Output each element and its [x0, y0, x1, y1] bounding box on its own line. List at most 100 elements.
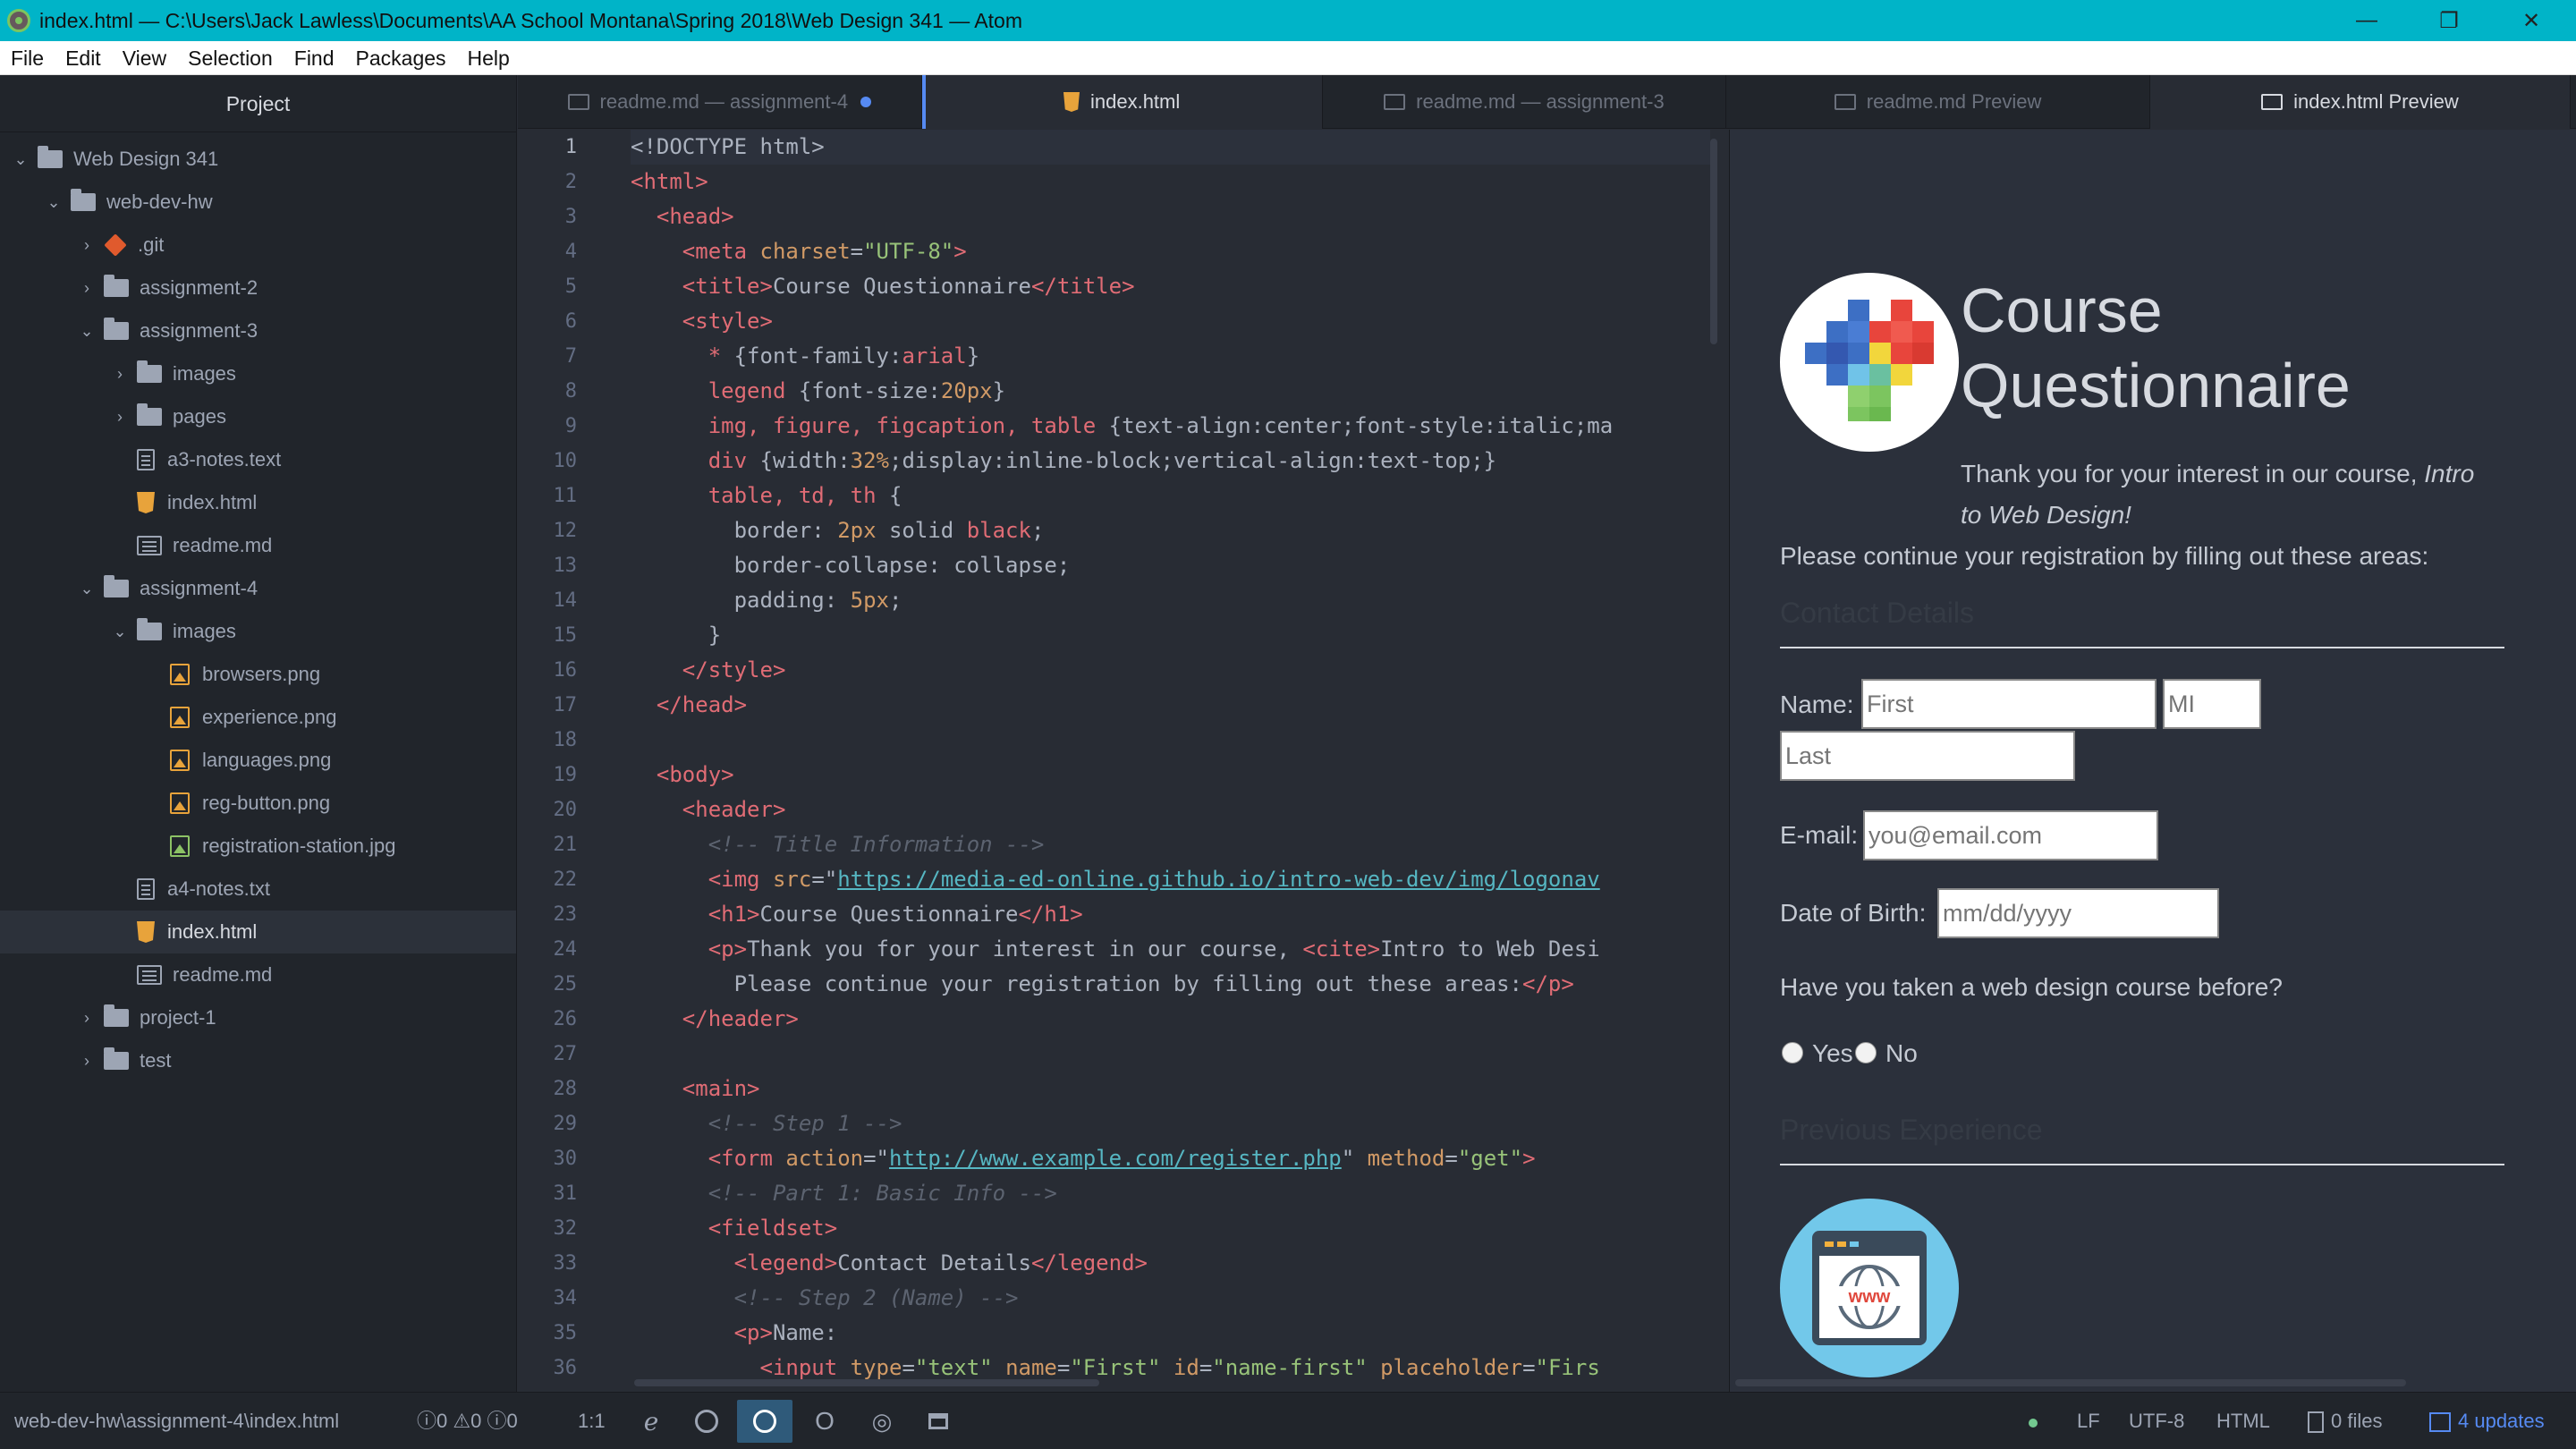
file-encoding[interactable]: UTF-8 — [2129, 1393, 2184, 1449]
opera-browser-icon[interactable]: O — [797, 1400, 852, 1443]
tree-item[interactable]: ⌄ assignment-4 — [0, 567, 516, 610]
code-line[interactable]: <!-- Step 1 --> — [631, 1106, 1710, 1141]
code-line[interactable]: <main> — [631, 1072, 1710, 1106]
code-line[interactable]: div {width:32%;display:inline-block;vert… — [631, 444, 1710, 479]
line-number[interactable]: 19 — [518, 758, 598, 792]
code-line[interactable]: <header> — [631, 792, 1710, 827]
line-number[interactable]: 36 — [518, 1351, 598, 1385]
line-number[interactable]: 35 — [518, 1316, 598, 1351]
line-number[interactable]: 1 — [518, 130, 598, 165]
grammar-selector[interactable]: HTML — [2216, 1393, 2270, 1449]
line-number[interactable]: 10 — [518, 444, 598, 479]
window-icon[interactable] — [911, 1400, 966, 1443]
code-line[interactable]: <p>Thank you for your interest in our co… — [631, 932, 1710, 967]
tree-item[interactable]: index.html — [0, 481, 516, 524]
tree-item[interactable]: › test — [0, 1039, 516, 1082]
code-line[interactable]: <!-- Step 2 (Name) --> — [631, 1281, 1710, 1316]
edge-browser-icon[interactable]: ℯ — [623, 1400, 679, 1443]
line-number[interactable]: 24 — [518, 932, 598, 967]
menu-selection[interactable]: Selection — [177, 41, 284, 75]
line-number[interactable]: 5 — [518, 269, 598, 304]
code-line[interactable]: </style> — [631, 653, 1710, 688]
tree-item[interactable]: › pages — [0, 395, 516, 438]
tab-readme-md-assignment-3[interactable]: readme.md — assignment-3 — [1323, 75, 1727, 129]
package-updates[interactable]: 4 updates — [2429, 1393, 2545, 1449]
line-number[interactable]: 12 — [518, 513, 598, 548]
tree-item[interactable]: index.html — [0, 911, 516, 953]
code-line[interactable]: padding: 5px; — [631, 583, 1710, 618]
vertical-scrollbar[interactable] — [1710, 139, 1717, 344]
chevron-right-icon[interactable]: › — [77, 1009, 97, 1028]
code-line[interactable]: Please continue your registration by fil… — [631, 967, 1710, 1002]
minimize-button[interactable]: — — [2326, 0, 2408, 41]
tree-item[interactable]: ⌄ images — [0, 610, 516, 653]
line-number[interactable]: 28 — [518, 1072, 598, 1106]
line-number[interactable]: 8 — [518, 374, 598, 409]
chevron-down-icon[interactable]: ⌄ — [11, 150, 30, 169]
chevron-down-icon[interactable]: ⌄ — [77, 322, 97, 341]
middle-initial-input[interactable] — [2163, 679, 2261, 729]
menu-help[interactable]: Help — [457, 41, 521, 75]
tree-item[interactable]: registration-station.jpg — [0, 825, 516, 868]
chevron-right-icon[interactable]: › — [77, 1052, 97, 1071]
code-line[interactable]: <legend>Contact Details</legend> — [631, 1246, 1710, 1281]
line-number[interactable]: 32 — [518, 1211, 598, 1246]
tree-item[interactable]: browsers.png — [0, 653, 516, 696]
tree-item[interactable]: experience.png — [0, 696, 516, 739]
line-number[interactable]: 22 — [518, 862, 598, 897]
menu-file[interactable]: File — [0, 41, 55, 75]
code-line[interactable]: <form action="http://www.example.com/reg… — [631, 1141, 1710, 1176]
code-line[interactable]: table, td, th { — [631, 479, 1710, 513]
line-number[interactable]: 31 — [518, 1176, 598, 1211]
menu-packages[interactable]: Packages — [345, 41, 457, 75]
yes-radio[interactable] — [1782, 1042, 1803, 1063]
code-line[interactable]: <!-- Part 1: Basic Info --> — [631, 1176, 1710, 1211]
code-line[interactable]: <!-- Title Information --> — [631, 827, 1710, 862]
line-number[interactable]: 4 — [518, 234, 598, 269]
code-line[interactable]: <style> — [631, 304, 1710, 339]
line-number[interactable]: 29 — [518, 1106, 598, 1141]
code-line[interactable]: <html> — [631, 165, 1710, 199]
line-number[interactable]: 34 — [518, 1281, 598, 1316]
chevron-right-icon[interactable]: › — [77, 279, 97, 298]
dob-input[interactable] — [1937, 888, 2219, 938]
code-line[interactable]: </head> — [631, 688, 1710, 723]
code-line[interactable] — [631, 723, 1710, 758]
code-line[interactable]: * {font-family:arial} — [631, 339, 1710, 374]
chevron-right-icon[interactable]: › — [110, 365, 130, 384]
line-number[interactable]: 13 — [518, 548, 598, 583]
menu-edit[interactable]: Edit — [55, 41, 112, 75]
tree-item[interactable]: › project-1 — [0, 996, 516, 1039]
lint-counts[interactable]: ⓘ0 ⚠0 ⓘ0 — [417, 1393, 518, 1449]
line-number[interactable]: 21 — [518, 827, 598, 862]
code-line[interactable]: <fieldset> — [631, 1211, 1710, 1246]
line-number[interactable]: 3 — [518, 199, 598, 234]
line-number[interactable]: 27 — [518, 1037, 598, 1072]
tree-item[interactable]: a4-notes.txt — [0, 868, 516, 911]
code-line[interactable]: <!DOCTYPE html> — [631, 130, 1710, 165]
tree-item[interactable]: readme.md — [0, 953, 516, 996]
tree-item[interactable]: readme.md — [0, 524, 516, 567]
code-line[interactable]: } — [631, 618, 1710, 653]
code-line[interactable]: <p>Name: — [631, 1316, 1710, 1351]
code-line[interactable]: <body> — [631, 758, 1710, 792]
chevron-down-icon[interactable]: ⌄ — [44, 193, 64, 212]
tree-item[interactable]: languages.png — [0, 739, 516, 782]
chrome-browser-icon[interactable] — [679, 1400, 734, 1443]
tree-header[interactable]: Project — [0, 75, 516, 132]
tree-item[interactable]: ⌄ web-dev-hw — [0, 181, 516, 224]
line-number[interactable]: 33 — [518, 1246, 598, 1281]
code-editor[interactable]: 1 2 3 4 5 6 7 8 9 10 11 12 13 14 15 16 17 18 19 20 21 22 23 24 2… — [518, 130, 1728, 1392]
cursor-position[interactable]: 1:1 — [578, 1393, 606, 1449]
tab-index-html-preview[interactable]: index.html Preview — [2149, 75, 2571, 129]
tree-item[interactable]: › .git — [0, 224, 516, 267]
chevron-right-icon[interactable]: › — [110, 408, 130, 427]
line-number[interactable]: 23 — [518, 897, 598, 932]
line-number[interactable]: 6 — [518, 304, 598, 339]
tree-item[interactable]: › images — [0, 352, 516, 395]
git-status-dot[interactable] — [2029, 1393, 2038, 1449]
line-number[interactable]: 18 — [518, 723, 598, 758]
line-number[interactable]: 26 — [518, 1002, 598, 1037]
line-number[interactable]: 20 — [518, 792, 598, 827]
firefox-browser-icon[interactable] — [737, 1400, 792, 1443]
